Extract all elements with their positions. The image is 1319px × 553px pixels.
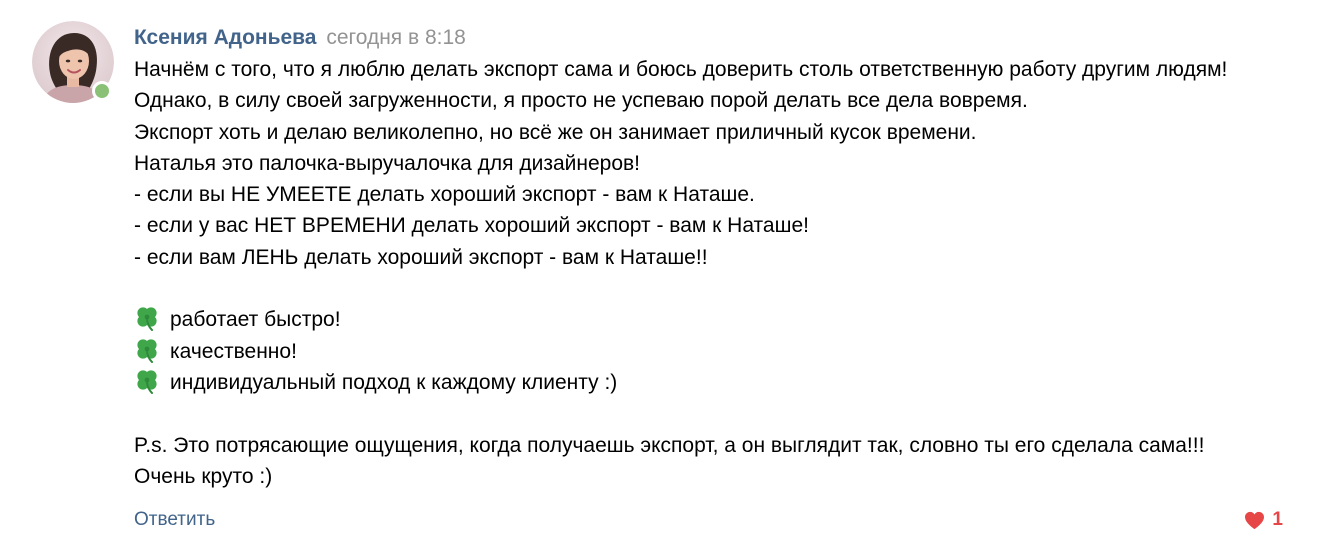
line-text: - если вы НЕ УМЕЕТЕ делать хороший экспо… (134, 183, 755, 207)
text-line: - если у вас НЕТ ВРЕМЕНИ делать хороший … (134, 210, 1304, 241)
text-line: P.s. Это потрясающие ощущения, когда пол… (134, 430, 1304, 461)
avatar-container[interactable] (32, 21, 114, 103)
comment-date[interactable]: сегодня в 8:18 (326, 26, 466, 49)
bullet-line: индивидуальный подход к каждому клиенту … (134, 367, 1304, 398)
line-text: Экспорт хоть и делаю великолепно, но всё… (134, 120, 977, 144)
text-line: Очень круто :) (134, 461, 1304, 492)
heart-icon (1245, 511, 1265, 529)
comment-text: Начнём с того, что я люблю делать экспор… (134, 54, 1304, 492)
text-line (134, 398, 1304, 429)
text-line: Однако, в силу своей загруженности, я пр… (134, 85, 1304, 116)
line-text: - если вам ЛЕНЬ делать хороший экспорт -… (134, 245, 708, 269)
line-text: Очень круто :) (134, 464, 273, 488)
like-count: 1 (1272, 509, 1283, 530)
text-line: Наталья это палочка-выручалочка для диза… (134, 148, 1304, 179)
text-line: - если вы НЕ УМЕЕТЕ делать хороший экспо… (134, 179, 1304, 210)
four-leaf-clover-icon (137, 339, 157, 363)
line-text: Однако, в силу своей загруженности, я пр… (134, 89, 1028, 113)
line-text: - если у вас НЕТ ВРЕМЕНИ делать хороший … (134, 214, 809, 238)
four-leaf-clover-icon (137, 307, 157, 332)
bullet-line: качественно! (134, 336, 1304, 367)
reply-button[interactable]: Ответить (134, 506, 215, 534)
online-indicator (92, 81, 112, 101)
line-text: P.s. Это потрясающие ощущения, когда пол… (134, 433, 1205, 457)
author-name[interactable]: Ксения Адоньева (134, 26, 317, 49)
text-line: - если вам ЛЕНЬ делать хороший экспорт -… (134, 242, 1304, 273)
four-leaf-clover-icon (137, 370, 157, 394)
line-text: индивидуальный подход к каждому клиенту … (170, 370, 618, 394)
comment: Ксения Адоньева сегодня в 8:18 Начнём с … (0, 0, 1319, 553)
text-line: Экспорт хоть и делаю великолепно, но всё… (134, 117, 1304, 148)
text-line: Начнём с того, что я люблю делать экспор… (134, 54, 1304, 85)
line-text: работает быстро! (170, 308, 341, 332)
like-button[interactable]: 1 (1244, 508, 1283, 532)
comment-header: Ксения Адоньева сегодня в 8:18 (134, 22, 1304, 54)
line-text: качественно! (170, 339, 297, 363)
bullet-line: работает быстро! (134, 304, 1304, 335)
text-line (134, 273, 1304, 304)
line-text: Начнём с того, что я люблю делать экспор… (134, 58, 1228, 81)
comment-body: Ксения Адоньева сегодня в 8:18 Начнём с … (134, 22, 1304, 492)
line-text: Наталья это палочка-выручалочка для диза… (134, 151, 640, 175)
